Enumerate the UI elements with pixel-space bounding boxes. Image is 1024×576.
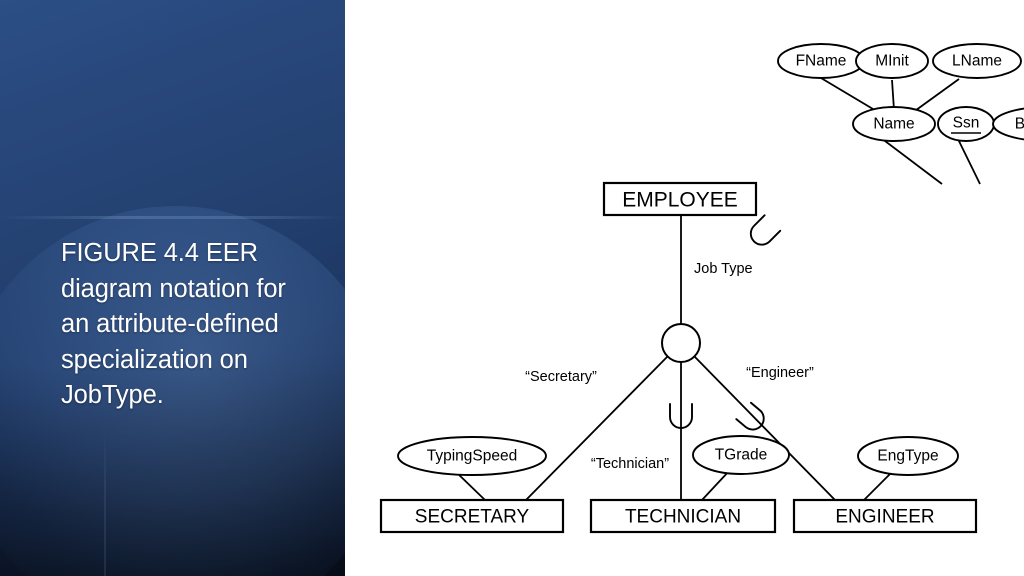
slide: FIGURE 4.4 EER diagram notation for an a… xyxy=(0,0,1024,576)
specialization-circle[interactable] xyxy=(661,323,701,363)
entity-technician-label: TECHNICIAN xyxy=(625,507,741,528)
entity-engineer-label: ENGINEER xyxy=(835,507,934,528)
eer-diagram: FName MInit LName Name Ssn B EMPLOYEE Jo… xyxy=(345,0,1024,576)
entity-secretary[interactable]: SECRETARY xyxy=(379,498,565,534)
attribute-engtype-label: EngType xyxy=(877,448,938,465)
line-ssn-employee xyxy=(956,136,981,185)
entity-employee-label: EMPLOYEE xyxy=(622,189,738,212)
caption-panel: FIGURE 4.4 EER diagram notation for an a… xyxy=(0,0,345,576)
attribute-name[interactable]: Name xyxy=(852,106,936,142)
attribute-typingspeed[interactable]: TypingSpeed xyxy=(397,436,547,476)
line-minit-name xyxy=(891,79,895,111)
attribute-ssn[interactable]: Ssn xyxy=(937,106,995,142)
condition-label-engineer: “Engineer” xyxy=(746,365,814,381)
line-engtype-engineer xyxy=(863,471,893,501)
attribute-name-label: Name xyxy=(873,116,914,133)
entity-technician[interactable]: TECHNICIAN xyxy=(589,498,777,534)
attribute-fname[interactable]: FName xyxy=(777,43,865,79)
panel-vertical-line-decoration xyxy=(104,430,106,576)
attribute-lname-label: LName xyxy=(952,53,1002,70)
figure-caption: FIGURE 4.4 EER diagram notation for an a… xyxy=(61,239,286,409)
line-tgrade-technician xyxy=(701,469,731,501)
attribute-tgrade-label: TGrade xyxy=(715,447,768,464)
attribute-birthdate-label: BirthDate xyxy=(1015,116,1024,133)
attribute-typingspeed-label: TypingSpeed xyxy=(427,448,518,465)
entity-engineer[interactable]: ENGINEER xyxy=(792,498,978,534)
line-name-employee xyxy=(880,137,943,185)
subset-symbol-engineer xyxy=(735,401,765,431)
defining-attribute-label: Job Type xyxy=(694,261,753,277)
attribute-minit[interactable]: MInit xyxy=(855,43,929,79)
attribute-fname-label: FName xyxy=(796,53,847,70)
entity-secretary-label: SECRETARY xyxy=(415,507,530,528)
line-fname-name xyxy=(820,77,879,113)
condition-label-technician: “Technician” xyxy=(591,456,669,472)
subset-symbol-secretary xyxy=(749,214,782,246)
attribute-ssn-label: Ssn xyxy=(953,115,980,132)
attribute-lname[interactable]: LName xyxy=(932,43,1022,79)
line-lname-name xyxy=(911,78,960,114)
attribute-birthdate[interactable]: BirthDate xyxy=(992,107,1024,141)
attribute-tgrade[interactable]: TGrade xyxy=(692,435,790,475)
condition-label-secretary: “Secretary” xyxy=(525,369,597,385)
attribute-engtype[interactable]: EngType xyxy=(857,436,959,476)
attribute-minit-label: MInit xyxy=(875,53,909,70)
eer-diagram-canvas: FName MInit LName Name Ssn B EMPLOYEE Jo… xyxy=(379,43,1024,534)
entity-employee[interactable]: EMPLOYEE xyxy=(602,181,758,217)
panel-band-decoration xyxy=(0,216,345,219)
